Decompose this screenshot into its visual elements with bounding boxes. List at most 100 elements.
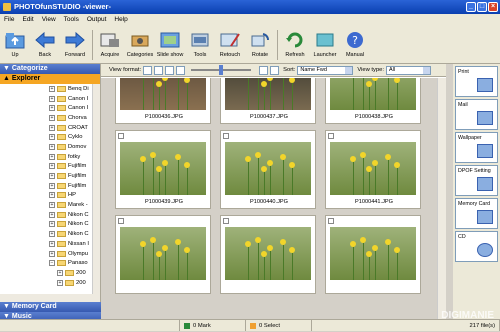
view-format-grid-button[interactable] xyxy=(154,65,164,75)
tree-item[interactable]: + Canon I xyxy=(0,94,92,104)
thumbnail-card[interactable] xyxy=(115,215,211,294)
thumbnail-filename: P1000438.JPG xyxy=(355,114,393,120)
menu-view[interactable]: View xyxy=(42,14,56,26)
memory-card-header[interactable]: ▼ Memory Card xyxy=(0,302,101,312)
stem-shape xyxy=(143,78,144,110)
view-format-detail-button[interactable] xyxy=(176,65,186,75)
thumbnail-card[interactable]: P1000441.JPG xyxy=(325,130,421,209)
select-checkbox[interactable] xyxy=(118,218,124,224)
thumbnail-image xyxy=(330,227,416,280)
minimize-button[interactable]: _ xyxy=(466,2,476,12)
rotate-icon xyxy=(251,33,270,47)
tree-item[interactable]: + Canon I xyxy=(0,103,92,113)
print-tab[interactable]: Print xyxy=(455,66,498,97)
memory-card-tab[interactable]: Memory Card xyxy=(455,198,498,229)
folder-icon xyxy=(57,95,66,102)
panel-splitter[interactable] xyxy=(446,64,453,319)
thumbnail-card[interactable]: P1000437.JPG xyxy=(220,78,316,124)
thumbnail-card[interactable]: P1000439.JPG xyxy=(115,130,211,209)
tree-item[interactable]: + Chorva xyxy=(0,113,92,123)
thumbnail-card[interactable]: P1000440.JPG xyxy=(220,130,316,209)
tree-item[interactable]: + Fujifilm xyxy=(0,171,92,181)
stem-shape xyxy=(369,87,370,110)
forward-button[interactable]: Forward xyxy=(60,26,90,64)
dpof-tab[interactable]: DPOF Setting xyxy=(455,165,498,196)
tree-item[interactable]: + Nissan I xyxy=(0,239,92,249)
tree-horizontal-scrollbar[interactable] xyxy=(0,294,100,302)
select-checkbox[interactable] xyxy=(223,218,229,224)
tree-item[interactable]: + Domov xyxy=(0,142,92,152)
slider-knob[interactable] xyxy=(219,65,224,75)
thumbnail-size-slider[interactable] xyxy=(191,65,252,75)
tree-item[interactable]: + Fujifilm xyxy=(0,181,92,191)
tree-item[interactable]: + Benq Di xyxy=(0,84,92,94)
maximize-button[interactable]: □ xyxy=(477,2,487,12)
categories-button[interactable]: Categories xyxy=(125,26,155,64)
tree-item[interactable]: +200 xyxy=(0,278,92,288)
menu-tools[interactable]: Tools xyxy=(64,14,79,26)
tree-item[interactable]: + Olympu xyxy=(0,249,92,259)
sort-select[interactable]: Name Fwd xyxy=(297,65,354,75)
retouch-button[interactable]: Retouch xyxy=(215,26,245,64)
view-format-large-button[interactable] xyxy=(143,65,153,75)
stem-shape xyxy=(178,160,179,195)
select-checkbox[interactable] xyxy=(223,133,229,139)
menu-file[interactable]: File xyxy=(4,14,14,26)
grid-scrollbar[interactable] xyxy=(437,78,446,319)
wallpaper-tab[interactable]: Wallpaper xyxy=(455,132,498,163)
thumbnail-image xyxy=(225,142,311,195)
toolbar: Up Back Forward Acquire Categories Slide… xyxy=(0,26,500,64)
forward-arrow-icon xyxy=(65,31,85,49)
tree-item[interactable]: + Nikon C xyxy=(0,229,92,239)
thumbnail-card[interactable] xyxy=(325,215,421,294)
select-checkbox[interactable] xyxy=(328,133,334,139)
manual-button[interactable]: ? Manual xyxy=(340,26,370,64)
back-button[interactable]: Back xyxy=(30,26,60,64)
stem-shape xyxy=(153,243,154,280)
thumbnail-card[interactable]: P1000438.JPG xyxy=(325,78,421,124)
manual-label: Manual xyxy=(345,52,365,58)
tree-item[interactable]: + Nikon C xyxy=(0,220,92,230)
tree-item[interactable]: + Fujifilm xyxy=(0,162,92,172)
view-type-select[interactable]: All xyxy=(386,65,431,75)
tree-item[interactable]: + Cyklo xyxy=(0,132,92,142)
rotate-button[interactable]: Rotate xyxy=(245,26,275,64)
up-button[interactable]: Up xyxy=(0,26,30,64)
close-button[interactable]: × xyxy=(488,2,498,12)
view-format-label: View format: xyxy=(109,67,142,73)
thumbnail-filename: P1000436.JPG xyxy=(145,114,183,120)
thumbnail-card[interactable] xyxy=(220,215,316,294)
categorize-header[interactable]: ▼ Categorize xyxy=(0,64,100,74)
tree-item[interactable]: + Marek - xyxy=(0,200,92,210)
menu-help[interactable]: Help xyxy=(114,14,127,26)
acquire-button[interactable]: Acquire xyxy=(95,26,125,64)
stem-shape xyxy=(283,245,284,280)
thumb-large-button[interactable] xyxy=(270,65,280,75)
refresh-button[interactable]: Refresh xyxy=(280,26,310,64)
retouch-label: Retouch xyxy=(219,52,241,58)
categories-label: Categories xyxy=(126,52,154,58)
stem-shape xyxy=(258,243,259,280)
thumb-small-button[interactable] xyxy=(259,65,269,75)
explorer-header[interactable]: ▲ Explorer xyxy=(0,74,100,84)
tree-item[interactable]: + CROAT xyxy=(0,123,92,133)
stem-shape xyxy=(283,160,284,195)
view-format-list-button[interactable] xyxy=(165,65,175,75)
thumbnail-card[interactable]: P1000436.JPG xyxy=(115,78,211,124)
launcher-button[interactable]: Launcher xyxy=(310,26,340,64)
tools-button[interactable]: Tools xyxy=(185,26,215,64)
slideshow-button[interactable]: Slide show xyxy=(155,26,185,64)
tree-item[interactable]: + fotky xyxy=(0,152,92,162)
cd-tab[interactable]: CD xyxy=(455,231,498,262)
menu-output[interactable]: Output xyxy=(87,14,107,26)
tree-item[interactable]: +200 xyxy=(0,268,92,278)
select-checkbox[interactable] xyxy=(118,133,124,139)
mail-tab[interactable]: Mail xyxy=(455,99,498,130)
tree-item[interactable]: − Panaso xyxy=(0,258,92,268)
select-checkbox[interactable] xyxy=(328,218,334,224)
tree-scrollbar[interactable] xyxy=(92,84,100,294)
stem-shape xyxy=(248,247,249,280)
tree-item[interactable]: + HP xyxy=(0,191,92,201)
tree-item[interactable]: + Nikon C xyxy=(0,210,92,220)
menu-edit[interactable]: Edit xyxy=(22,14,33,26)
